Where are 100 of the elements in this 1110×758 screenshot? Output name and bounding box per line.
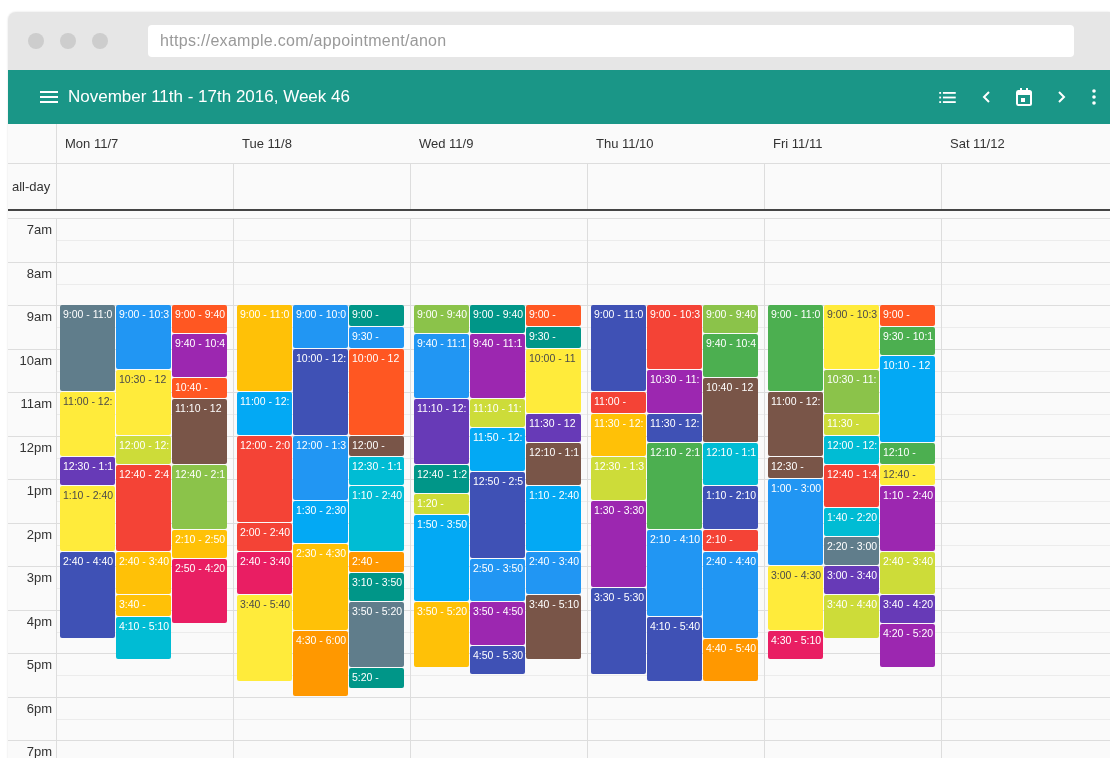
- calendar-event[interactable]: 9:00 -: [526, 305, 581, 326]
- calendar-event[interactable]: 3:30 - 5:30: [591, 587, 646, 674]
- calendar-event[interactable]: 9:00 - 9:40: [414, 305, 469, 333]
- calendar-event[interactable]: 2:10 - 4:10: [647, 529, 702, 616]
- calendar-event[interactable]: 2:10 -: [703, 529, 758, 551]
- calendar-event[interactable]: 11:00 -: [591, 392, 646, 413]
- calendar-event[interactable]: 12:10 -: [880, 442, 935, 464]
- calendar-event[interactable]: 10:10 - 12: [880, 355, 935, 442]
- calendar-event[interactable]: 1:40 - 2:20: [824, 508, 879, 536]
- calendar-event[interactable]: 12:40 - 2:1: [172, 464, 227, 529]
- calendar-event[interactable]: 12:30 - 1:1: [349, 457, 404, 486]
- calendar-event[interactable]: 10:30 - 11:: [824, 370, 879, 413]
- calendar-event[interactable]: 12:10 - 1:1: [703, 442, 758, 486]
- calendar-event[interactable]: 9:00 - 9:40: [703, 305, 758, 333]
- calendar-event[interactable]: 9:00 - 10:3: [824, 305, 879, 370]
- calendar-event[interactable]: 9:00 - 11:0: [768, 305, 823, 391]
- calendar-event[interactable]: 9:30 -: [526, 326, 581, 348]
- calendar-event[interactable]: 9:40 - 11:1: [414, 334, 469, 399]
- calendar-event[interactable]: 9:00 - 10:3: [647, 305, 702, 370]
- calendar-event[interactable]: 4:10 - 5:10: [116, 616, 171, 660]
- calendar-event[interactable]: 1:00 - 3:00: [768, 479, 823, 565]
- calendar-event[interactable]: 1:30 - 3:30: [591, 500, 646, 587]
- calendar-event[interactable]: 12:00 - 1:3: [293, 435, 348, 500]
- calendar-event[interactable]: 9:00 - 10:0: [293, 305, 348, 348]
- calendar-event[interactable]: 2:40 - 4:40: [60, 551, 115, 638]
- calendar-event[interactable]: 4:50 - 5:30: [470, 645, 525, 674]
- calendar-event[interactable]: 10:40 -: [172, 377, 227, 399]
- address-field[interactable]: https://example.com/appointment/anon: [148, 25, 1074, 57]
- calendar-event[interactable]: 11:30 - 12: [526, 413, 581, 442]
- calendar-event[interactable]: 1:10 - 2:40: [880, 486, 935, 551]
- calendar-event[interactable]: 11:00 - 12:: [60, 392, 115, 457]
- calendar-event[interactable]: 12:40 - 1:2: [414, 464, 469, 493]
- calendar-event[interactable]: 9:40 - 10:4: [172, 334, 227, 377]
- calendar-event[interactable]: 9:30 -: [349, 326, 404, 348]
- calendar-event[interactable]: 11:30 - 12:: [647, 413, 702, 442]
- calendar-event[interactable]: 11:50 - 12:: [470, 428, 525, 471]
- calendar-event[interactable]: 12:00 - 12:: [824, 435, 879, 464]
- calendar-event[interactable]: 2:50 - 4:20: [172, 558, 227, 623]
- calendar-event[interactable]: 3:00 - 3:40: [824, 566, 879, 594]
- list-icon[interactable]: [939, 91, 956, 103]
- calendar-icon[interactable]: [1016, 88, 1032, 106]
- calendar-event[interactable]: 3:40 - 4:20: [880, 595, 935, 623]
- window-dot[interactable]: [60, 33, 76, 49]
- calendar-event[interactable]: 12:40 -: [880, 464, 935, 486]
- calendar-event[interactable]: 3:50 - 4:50: [470, 602, 525, 645]
- calendar-event[interactable]: 4:10 - 5:40: [647, 616, 702, 681]
- calendar-event[interactable]: 10:40 - 12: [703, 377, 758, 442]
- calendar-event[interactable]: 10:00 - 12: [349, 348, 404, 435]
- calendar-event[interactable]: 10:30 - 12: [116, 370, 171, 435]
- calendar-event[interactable]: 10:30 - 11:: [647, 370, 702, 413]
- calendar-event[interactable]: 12:10 - 2:1: [647, 442, 702, 529]
- calendar-event[interactable]: 12:10 - 1:1: [526, 442, 581, 486]
- calendar-event[interactable]: 2:00 - 2:40: [237, 522, 292, 551]
- calendar-event[interactable]: 9:00 - 11:0: [60, 305, 115, 391]
- calendar-event[interactable]: 9:00 - 11:0: [591, 305, 646, 391]
- calendar-event[interactable]: 3:50 - 5:20: [349, 602, 404, 667]
- menu-icon[interactable]: [40, 91, 58, 103]
- calendar-event[interactable]: 1:50 - 3:50: [414, 515, 469, 602]
- calendar-event[interactable]: 1:30 - 2:30: [293, 500, 348, 544]
- calendar-event[interactable]: 2:40 -: [349, 551, 404, 573]
- calendar-event[interactable]: 3:00 - 4:30: [768, 566, 823, 631]
- calendar-event[interactable]: 1:10 - 2:40: [349, 486, 404, 551]
- window-dot[interactable]: [28, 33, 44, 49]
- calendar-event[interactable]: 11:10 - 12:: [414, 399, 469, 464]
- calendar-event[interactable]: 12:40 - 2:4: [116, 464, 171, 551]
- calendar-event[interactable]: 1:10 - 2:10: [703, 486, 758, 529]
- calendar-event[interactable]: 9:00 - 10:3: [116, 305, 171, 370]
- calendar-event[interactable]: 9:00 - 9:40: [470, 305, 525, 333]
- calendar-event[interactable]: 1:10 - 2:40: [60, 486, 115, 551]
- calendar-event[interactable]: 2:40 - 3:40: [237, 551, 292, 594]
- calendar-event[interactable]: 2:50 - 3:50: [470, 558, 525, 602]
- calendar-event[interactable]: 5:20 -: [349, 667, 404, 689]
- calendar-event[interactable]: 3:40 - 5:10: [526, 595, 581, 660]
- calendar-event[interactable]: 9:00 -: [349, 305, 404, 326]
- calendar-event[interactable]: 2:40 - 4:40: [703, 551, 758, 638]
- window-dot[interactable]: [92, 33, 108, 49]
- more-icon[interactable]: [1092, 89, 1096, 105]
- calendar-event[interactable]: 3:10 - 3:50: [349, 573, 404, 602]
- chevron-right-icon[interactable]: [1058, 91, 1066, 103]
- calendar-event[interactable]: 4:30 - 5:10: [768, 631, 823, 660]
- calendar-event[interactable]: 1:10 - 2:40: [526, 486, 581, 551]
- calendar-event[interactable]: 11:00 - 12:: [237, 392, 292, 435]
- calendar-event[interactable]: 9:40 - 10:4: [703, 334, 758, 377]
- calendar-event[interactable]: 12:00 -: [349, 435, 404, 457]
- calendar-event[interactable]: 11:10 - 12: [172, 399, 227, 464]
- calendar-event[interactable]: 4:20 - 5:20: [880, 624, 935, 667]
- calendar-event[interactable]: 2:40 - 3:40: [526, 551, 581, 594]
- calendar-event[interactable]: 9:00 -: [880, 305, 935, 326]
- chevron-left-icon[interactable]: [982, 91, 990, 103]
- calendar-event[interactable]: 4:30 - 6:00: [293, 631, 348, 696]
- calendar-event[interactable]: 12:40 - 1:4: [824, 464, 879, 507]
- calendar-event[interactable]: 2:20 - 3:00: [824, 537, 879, 565]
- calendar-event[interactable]: 12:00 - 2:0: [237, 435, 292, 522]
- calendar-event[interactable]: 4:40 - 5:40: [703, 638, 758, 681]
- calendar-event[interactable]: 10:00 - 11: [526, 348, 581, 413]
- calendar-event[interactable]: 10:00 - 12:: [293, 348, 348, 435]
- calendar-event[interactable]: 12:50 - 2:5: [470, 471, 525, 558]
- calendar-event[interactable]: 9:30 - 10:1: [880, 326, 935, 355]
- calendar-event[interactable]: 12:30 -: [768, 457, 823, 478]
- calendar-event[interactable]: 9:40 - 11:1: [470, 334, 525, 399]
